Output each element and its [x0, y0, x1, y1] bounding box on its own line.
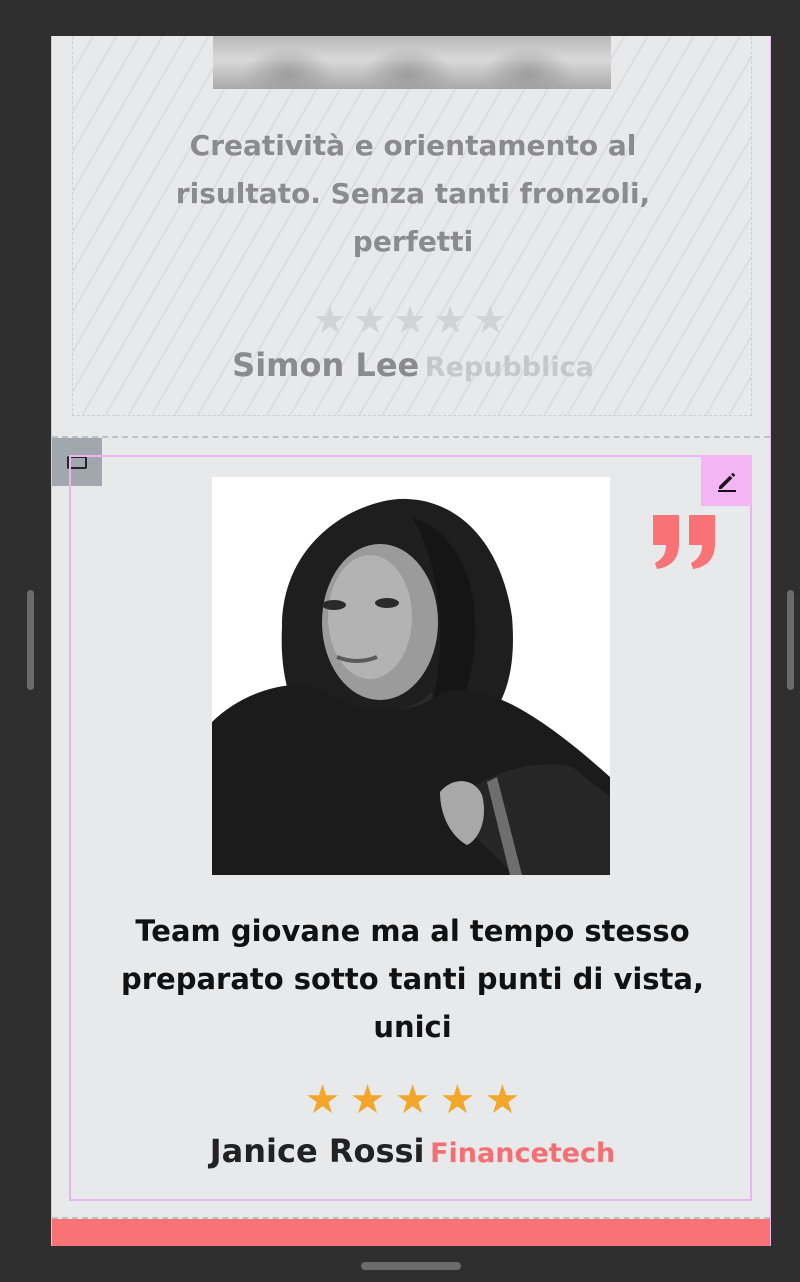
- testimonial-photo-previous: [213, 36, 611, 89]
- testimonial-author: Janice Rossi Financetech: [71, 1132, 754, 1170]
- rating-stars-previous: ★★★★★: [312, 298, 514, 342]
- star-icon: ★: [439, 1077, 476, 1123]
- testimonial-card-previous[interactable]: Creatività e orientamento al risultato. …: [72, 36, 752, 416]
- left-resize-handle[interactable]: [27, 590, 34, 690]
- star-icon: ★: [394, 1077, 431, 1123]
- next-section-strip: [52, 1219, 770, 1246]
- testimonial-quote-previous: Creatività e orientamento al risultato. …: [175, 129, 651, 258]
- author-company: Financetech: [430, 1138, 616, 1169]
- pencil-icon: [717, 472, 736, 492]
- page-canvas: Creatività e orientamento al risultato. …: [51, 36, 771, 1246]
- testimonial-author-previous: Simon Lee Repubblica: [73, 346, 753, 384]
- quote-icon: [653, 515, 715, 569]
- star-icon: ★: [304, 1077, 341, 1123]
- star-icon: ★: [349, 1077, 386, 1123]
- rating-stars: ★ ★ ★ ★ ★: [71, 1080, 754, 1120]
- star-icon: ★: [484, 1077, 521, 1123]
- testimonial-quote: Team giovane ma al tempo stesso preparat…: [120, 914, 705, 1044]
- bottom-resize-handle[interactable]: [361, 1262, 461, 1270]
- edit-button[interactable]: [701, 455, 752, 506]
- testimonial-photo: [212, 477, 610, 875]
- right-resize-handle[interactable]: [787, 590, 794, 690]
- testimonial-section[interactable]: Team giovane ma al tempo stesso preparat…: [52, 436, 770, 1219]
- author-company: Repubblica: [424, 352, 594, 383]
- author-name: Janice Rossi: [209, 1132, 425, 1170]
- author-name: Simon Lee: [232, 346, 420, 384]
- testimonial-card-selected[interactable]: Team giovane ma al tempo stesso preparat…: [69, 455, 752, 1201]
